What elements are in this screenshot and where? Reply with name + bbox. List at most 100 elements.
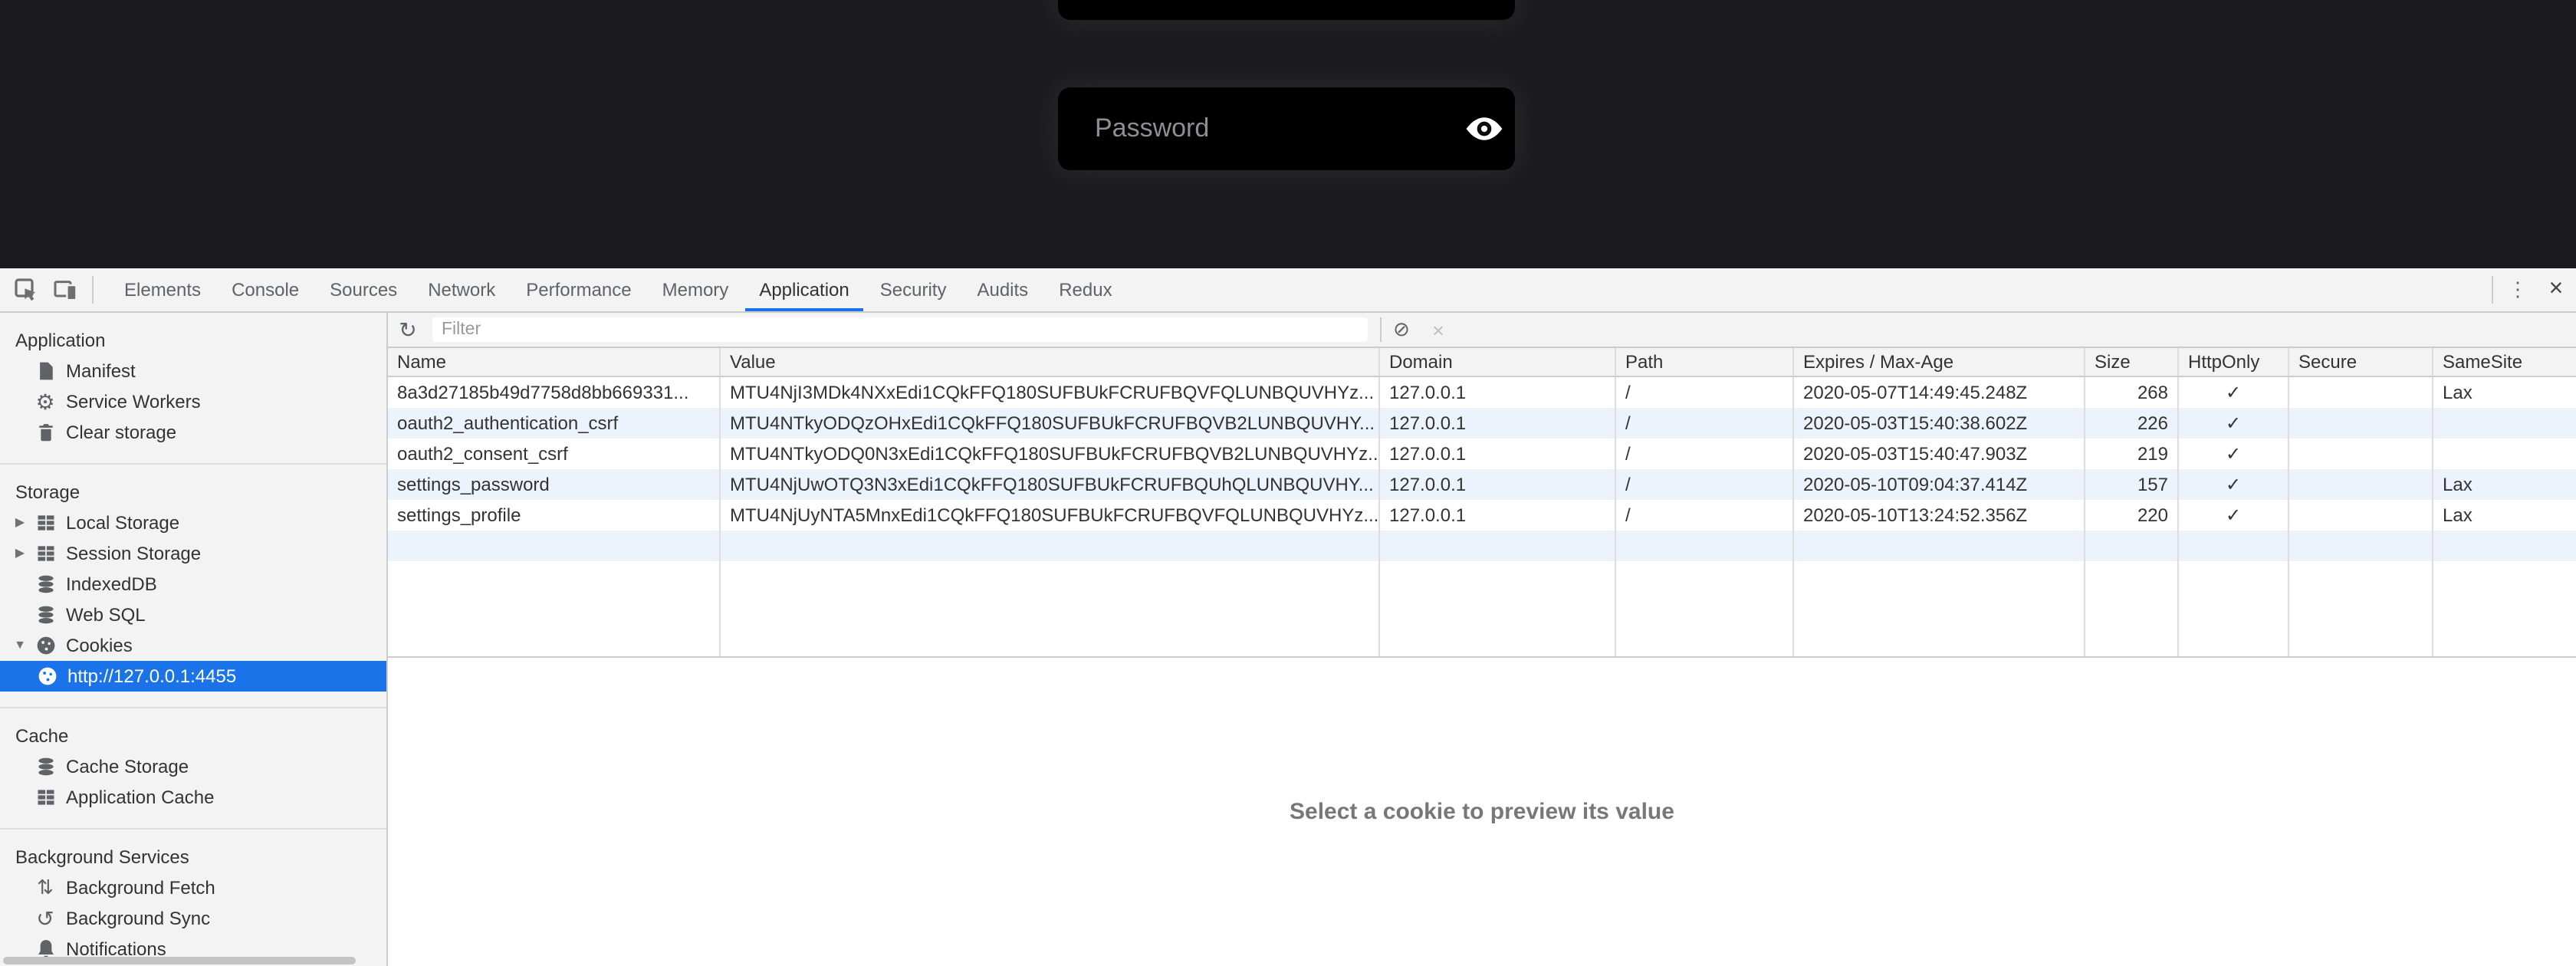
tab-audits[interactable]: Audits bbox=[961, 268, 1043, 311]
password-field[interactable] bbox=[1058, 113, 1454, 144]
kebab-menu-icon[interactable]: ⋮ bbox=[2499, 278, 2536, 302]
toolbar-divider bbox=[2492, 276, 2493, 304]
cookie-secure bbox=[2289, 469, 2433, 500]
show-blocked-cookies-icon[interactable]: ⊘ bbox=[1382, 317, 1421, 342]
column-header-name[interactable]: Name bbox=[388, 348, 721, 376]
devtools-body: Application Manifest ⚙ Service Workers bbox=[0, 313, 2576, 966]
sidebar-item-web-sql[interactable]: Web SQL bbox=[0, 600, 386, 630]
cookie-secure bbox=[2289, 439, 2433, 469]
horizontal-scrollbar[interactable] bbox=[3, 957, 356, 964]
cookie-domain: 127.0.0.1 bbox=[1380, 500, 1616, 531]
sidebar-item-label: Manifest bbox=[66, 356, 136, 386]
table-icon bbox=[34, 511, 57, 534]
tab-console[interactable]: Console bbox=[216, 268, 314, 311]
column-header-domain[interactable]: Domain bbox=[1380, 348, 1616, 376]
cookie-name: 8a3d27185b49d7758d8bb669331... bbox=[388, 377, 721, 408]
sidebar-item-label: Local Storage bbox=[66, 508, 179, 538]
webpage-background bbox=[0, 0, 2576, 268]
cookie-samesite: Lax bbox=[2433, 500, 2576, 531]
column-header-path[interactable]: Path bbox=[1616, 348, 1794, 376]
tab-security[interactable]: Security bbox=[865, 268, 962, 311]
eye-icon[interactable] bbox=[1454, 106, 1515, 152]
cookie-samesite: Lax bbox=[2433, 469, 2576, 500]
sidebar-item-manifest[interactable]: Manifest bbox=[0, 356, 386, 386]
tab-elements[interactable]: Elements bbox=[109, 268, 216, 311]
trash-icon bbox=[34, 421, 57, 444]
sync-icon: ↺ bbox=[34, 907, 57, 930]
section-title-background-services: Background Services bbox=[0, 842, 386, 872]
table-row[interactable]: oauth2_authentication_csrf MTU4NTkyODQzO… bbox=[388, 408, 2576, 439]
cookie-icon bbox=[35, 665, 58, 688]
table-row[interactable]: settings_password MTU4NjUwOTQ3N3xEdi1CQk… bbox=[388, 469, 2576, 500]
sidebar-item-application-cache[interactable]: Application Cache bbox=[0, 782, 386, 813]
column-header-samesite[interactable]: SameSite bbox=[2433, 348, 2576, 376]
cookie-expires: 2020-05-03T15:40:38.602Z bbox=[1794, 408, 2085, 439]
table-row-empty[interactable] bbox=[388, 531, 2576, 561]
chevron-down-icon[interactable]: ▼ bbox=[12, 630, 28, 661]
cookie-expires: 2020-05-10T13:24:52.356Z bbox=[1794, 500, 2085, 531]
tab-application[interactable]: Application bbox=[744, 268, 864, 311]
devtools-tabbar: Elements Console Sources Network Perform… bbox=[0, 268, 2576, 313]
cookie-icon bbox=[34, 634, 57, 657]
cookie-httponly-check: ✓ bbox=[2179, 408, 2289, 439]
sidebar-item-indexeddb[interactable]: IndexedDB bbox=[0, 569, 386, 600]
sidebar-item-service-workers[interactable]: ⚙ Service Workers bbox=[0, 386, 386, 417]
filter-input[interactable] bbox=[432, 317, 1368, 342]
cookie-size: 157 bbox=[2085, 469, 2179, 500]
cookie-preview-area: Select a cookie to preview its value bbox=[388, 658, 2576, 966]
sidebar-item-cookie-origin[interactable]: http://127.0.0.1:4455 bbox=[0, 661, 386, 692]
cookies-pane: ↻ ⊘ × Name Value Domain Path Expires / M… bbox=[388, 313, 2576, 966]
tab-sources[interactable]: Sources bbox=[314, 268, 412, 311]
close-icon[interactable]: × bbox=[2536, 276, 2576, 304]
sidebar-item-cache-storage[interactable]: Cache Storage bbox=[0, 751, 386, 782]
inspect-element-icon[interactable] bbox=[6, 268, 46, 311]
column-header-expires[interactable]: Expires / Max-Age bbox=[1794, 348, 2085, 376]
device-toolbar-icon[interactable] bbox=[46, 268, 86, 311]
password-field-container bbox=[1058, 87, 1515, 170]
cookie-value: MTU4NTkyODQzOHxEdi1CQkFFQ180SUFBUkFCRUFB… bbox=[721, 408, 1380, 439]
cookie-httponly-check: ✓ bbox=[2179, 377, 2289, 408]
column-header-secure[interactable]: Secure bbox=[2289, 348, 2433, 376]
sidebar-item-session-storage[interactable]: ▶ Session Storage bbox=[0, 538, 386, 569]
sidebar-item-cookies[interactable]: ▼ Cookies bbox=[0, 630, 386, 661]
column-header-value[interactable]: Value bbox=[721, 348, 1380, 376]
tab-redux[interactable]: Redux bbox=[1043, 268, 1127, 311]
sidebar-section-background-services: Background Services ⇅ Background Fetch ↺… bbox=[0, 830, 386, 966]
chevron-right-icon[interactable]: ▶ bbox=[12, 538, 28, 569]
sidebar-item-label: Cache Storage bbox=[66, 751, 189, 782]
tab-performance[interactable]: Performance bbox=[511, 268, 646, 311]
column-header-httponly[interactable]: HttpOnly bbox=[2179, 348, 2289, 376]
toolbar-divider bbox=[92, 276, 94, 304]
tabbar-right-controls: ⋮ × bbox=[2486, 268, 2576, 311]
clear-filter-icon[interactable]: × bbox=[1421, 318, 1455, 341]
cookie-name: oauth2_authentication_csrf bbox=[388, 408, 721, 439]
sidebar-item-local-storage[interactable]: ▶ Local Storage bbox=[0, 508, 386, 538]
cookie-domain: 127.0.0.1 bbox=[1380, 439, 1616, 469]
devtools-tabs: Elements Console Sources Network Perform… bbox=[109, 268, 1128, 311]
column-header-size[interactable]: Size bbox=[2085, 348, 2179, 376]
chevron-right-icon[interactable]: ▶ bbox=[12, 508, 28, 538]
devtools-panel: Elements Console Sources Network Perform… bbox=[0, 268, 2576, 966]
sidebar-item-label: Cookies bbox=[66, 630, 133, 661]
table-row[interactable]: oauth2_consent_csrf MTU4NTkyODQ0N3xEdi1C… bbox=[388, 439, 2576, 469]
cookie-name: oauth2_consent_csrf bbox=[388, 439, 721, 469]
sidebar-item-label: Session Storage bbox=[66, 538, 201, 569]
sidebar-item-background-sync[interactable]: ↺ Background Sync bbox=[0, 903, 386, 934]
sidebar-item-background-fetch[interactable]: ⇅ Background Fetch bbox=[0, 872, 386, 903]
section-title-cache: Cache bbox=[0, 721, 386, 751]
cookie-value: MTU4NjI3MDk4NXxEdi1CQkFFQ180SUFBUkFCRUFB… bbox=[721, 377, 1380, 408]
tab-network[interactable]: Network bbox=[412, 268, 511, 311]
table-row[interactable]: settings_profile MTU4NjUyNTA5MnxEdi1CQkF… bbox=[388, 500, 2576, 531]
cookie-size: 220 bbox=[2085, 500, 2179, 531]
cookie-secure bbox=[2289, 500, 2433, 531]
text-field-partial[interactable] bbox=[1058, 0, 1515, 20]
refresh-icon[interactable]: ↻ bbox=[388, 317, 428, 343]
cookie-samesite: Lax bbox=[2433, 377, 2576, 408]
tab-memory[interactable]: Memory bbox=[647, 268, 744, 311]
cookie-value: MTU4NTkyODQ0N3xEdi1CQkFFQ180SUFBUkFCRUFB… bbox=[721, 439, 1380, 469]
table-row[interactable]: 8a3d27185b49d7758d8bb669331... MTU4NjI3M… bbox=[388, 377, 2576, 408]
sidebar-item-clear-storage[interactable]: Clear storage bbox=[0, 417, 386, 448]
cookie-value: MTU4NjUyNTA5MnxEdi1CQkFFQ180SUFBUkFCRUFB… bbox=[721, 500, 1380, 531]
up-down-arrows-icon: ⇅ bbox=[34, 876, 57, 899]
gear-icon: ⚙ bbox=[34, 390, 57, 413]
